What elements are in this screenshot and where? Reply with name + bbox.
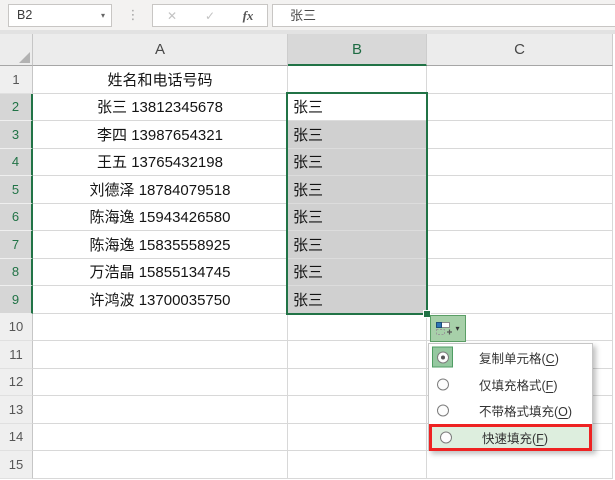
cell-A7[interactable]: 陈海逸 15835558925 xyxy=(33,231,288,259)
cell-B4[interactable]: 张三 xyxy=(288,148,427,176)
autofill-options-menu: 复制单元格(C) 仅填充格式(F) 不带格式填充(O) 快速填充(F) xyxy=(428,343,593,451)
cell-B10[interactable] xyxy=(288,313,427,341)
radio-icon xyxy=(435,427,456,448)
formula-bar-gripper-icon[interactable]: ⋮ xyxy=(126,4,140,27)
cell-C9[interactable] xyxy=(427,286,613,314)
row-header-9[interactable]: 9 xyxy=(0,286,33,314)
cell-C3[interactable] xyxy=(427,121,613,149)
cell-C15[interactable] xyxy=(427,451,613,479)
autofill-option-fill-without-formatting[interactable]: 不带格式填充(O) xyxy=(429,398,592,425)
cancel-icon[interactable]: ✕ xyxy=(153,9,191,23)
cell-A13[interactable] xyxy=(33,396,288,424)
grid-row-8: 8 万浩晶 15855134745 张三 xyxy=(0,258,615,286)
cell-A6[interactable]: 陈海逸 15943426580 xyxy=(33,203,288,231)
cell-C2[interactable] xyxy=(427,93,613,121)
cell-B12[interactable] xyxy=(288,368,427,396)
row-header-13[interactable]: 13 xyxy=(0,396,33,424)
formula-buttons: ✕ ✓ fx xyxy=(152,4,268,27)
cell-B13[interactable] xyxy=(288,396,427,424)
name-box[interactable]: B2 ▾ xyxy=(8,4,112,27)
cell-B7[interactable]: 张三 xyxy=(288,231,427,259)
cell-C4[interactable] xyxy=(427,148,613,176)
radio-icon xyxy=(432,400,453,421)
select-all-button[interactable] xyxy=(0,34,33,66)
formula-bar-row: B2 ▾ ⋮ ✕ ✓ fx 张三 xyxy=(0,0,615,30)
cell-A4[interactable]: 王五 13765432198 xyxy=(33,148,288,176)
autofill-icon xyxy=(436,321,453,335)
row-header-3[interactable]: 3 xyxy=(0,121,33,149)
cell-C1[interactable] xyxy=(427,66,613,94)
cell-B8[interactable]: 张三 xyxy=(288,258,427,286)
grid-row-15: 15 xyxy=(0,451,615,479)
cell-A5[interactable]: 刘德泽 18784079518 xyxy=(33,176,288,204)
column-header-C[interactable]: C xyxy=(427,34,613,66)
name-box-value: B2 xyxy=(17,8,33,22)
cell-C5[interactable] xyxy=(427,176,613,204)
column-header-A[interactable]: A xyxy=(33,34,288,66)
row-header-1[interactable]: 1 xyxy=(0,66,33,94)
autofill-option-copy-cells[interactable]: 复制单元格(C) xyxy=(429,344,592,371)
cell-B14[interactable] xyxy=(288,423,427,451)
grid-row-5: 5 刘德泽 18784079518 张三 xyxy=(0,176,615,204)
row-header-10[interactable]: 10 xyxy=(0,313,33,341)
cell-A8[interactable]: 万浩晶 15855134745 xyxy=(33,258,288,286)
column-headers: A B C xyxy=(0,34,615,66)
cell-C8[interactable] xyxy=(427,258,613,286)
cell-B9[interactable]: 张三 xyxy=(288,286,427,314)
grid-row-4: 4 王五 13765432198 张三 xyxy=(0,148,615,176)
row-header-7[interactable]: 7 xyxy=(0,231,33,259)
confirm-icon[interactable]: ✓ xyxy=(191,9,229,23)
grid-row-1: 1 姓名和电话号码 xyxy=(0,66,615,94)
cell-A10[interactable] xyxy=(33,313,288,341)
cell-A12[interactable] xyxy=(33,368,288,396)
grid-row-3: 3 李四 13987654321 张三 xyxy=(0,121,615,149)
cell-A3[interactable]: 李四 13987654321 xyxy=(33,121,288,149)
name-box-dropdown-icon[interactable]: ▾ xyxy=(101,5,105,26)
autofill-options-button[interactable]: ▾ xyxy=(430,315,466,342)
row-header-12[interactable]: 12 xyxy=(0,368,33,396)
row-header-5[interactable]: 5 xyxy=(0,176,33,204)
radio-icon xyxy=(432,374,453,395)
cell-C7[interactable] xyxy=(427,231,613,259)
cell-B11[interactable] xyxy=(288,341,427,369)
cell-A2[interactable]: 张三 13812345678 xyxy=(33,93,288,121)
row-header-2[interactable]: 2 xyxy=(0,93,33,121)
row-header-11[interactable]: 11 xyxy=(0,341,33,369)
insert-function-icon[interactable]: fx xyxy=(229,8,267,24)
row-header-14[interactable]: 14 xyxy=(0,423,33,451)
autofill-option-fill-formatting-only[interactable]: 仅填充格式(F) xyxy=(429,371,592,398)
grid-row-9: 9 许鸿波 13700035750 张三 xyxy=(0,286,615,314)
cell-A9[interactable]: 许鸿波 13700035750 xyxy=(33,286,288,314)
column-header-B[interactable]: B xyxy=(288,34,427,66)
grid-row-2: 2 张三 13812345678 张三 xyxy=(0,93,615,121)
row-header-15[interactable]: 15 xyxy=(0,451,33,479)
grid-row-6: 6 陈海逸 15943426580 张三 xyxy=(0,203,615,231)
grid-row-10: 10 xyxy=(0,313,615,341)
row-header-6[interactable]: 6 xyxy=(0,203,33,231)
radio-icon xyxy=(432,346,453,368)
formula-bar-input[interactable]: 张三 xyxy=(272,4,615,27)
select-all-triangle-icon xyxy=(19,52,30,63)
cell-A11[interactable] xyxy=(33,341,288,369)
cell-B1[interactable] xyxy=(288,66,427,94)
grid-row-7: 7 陈海逸 15835558925 张三 xyxy=(0,231,615,259)
excel-window: B2 ▾ ⋮ ✕ ✓ fx 张三 A B C 1 姓名和电话号码 2 张三 13812… xyxy=(0,0,615,480)
cell-A1[interactable]: 姓名和电话号码 xyxy=(33,66,288,94)
cell-B5[interactable]: 张三 xyxy=(288,176,427,204)
cell-A15[interactable] xyxy=(33,451,288,479)
cell-B2[interactable]: 张三 xyxy=(288,93,427,121)
row-header-8[interactable]: 8 xyxy=(0,258,33,286)
cell-B15[interactable] xyxy=(288,451,427,479)
autofill-dropdown-arrow-icon: ▾ xyxy=(455,324,460,333)
cell-B3[interactable]: 张三 xyxy=(288,121,427,149)
cell-C6[interactable] xyxy=(427,203,613,231)
row-header-4[interactable]: 4 xyxy=(0,148,33,176)
cell-B6[interactable]: 张三 xyxy=(288,203,427,231)
autofill-option-flash-fill[interactable]: 快速填充(F) xyxy=(429,424,592,451)
cell-A14[interactable] xyxy=(33,423,288,451)
